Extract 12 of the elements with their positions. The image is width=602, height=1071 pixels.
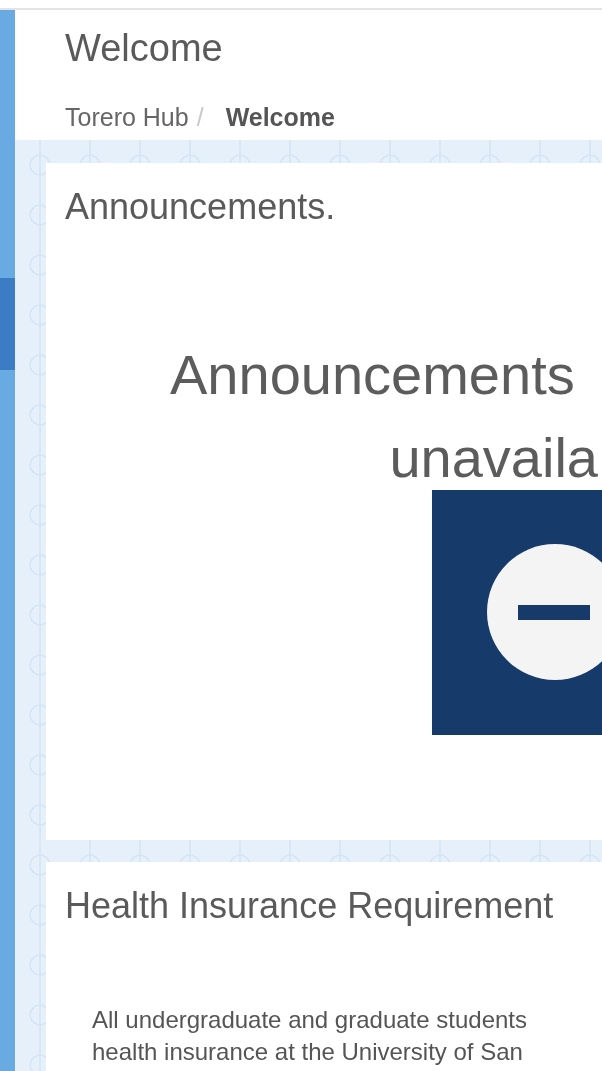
sidebar-item[interactable] (0, 278, 15, 370)
page-title: Welcome (65, 26, 224, 71)
card-title: Announcements. (64, 185, 337, 229)
breadcrumb-separator: / (196, 102, 204, 132)
unavailable-message: Announcements (169, 343, 576, 407)
card-title: Health Insurance Requirement (64, 884, 555, 928)
breadcrumb-link[interactable]: Torero Hub (65, 102, 189, 132)
breadcrumb-current: Welcome (225, 102, 335, 132)
sidebar-item[interactable] (0, 370, 15, 1071)
unavailable-message: unavaila (389, 426, 599, 490)
health-text: All undergraduate and graduate students health insurance at the University of San (91, 1005, 528, 1067)
sidebar-item[interactable] (0, 10, 15, 278)
